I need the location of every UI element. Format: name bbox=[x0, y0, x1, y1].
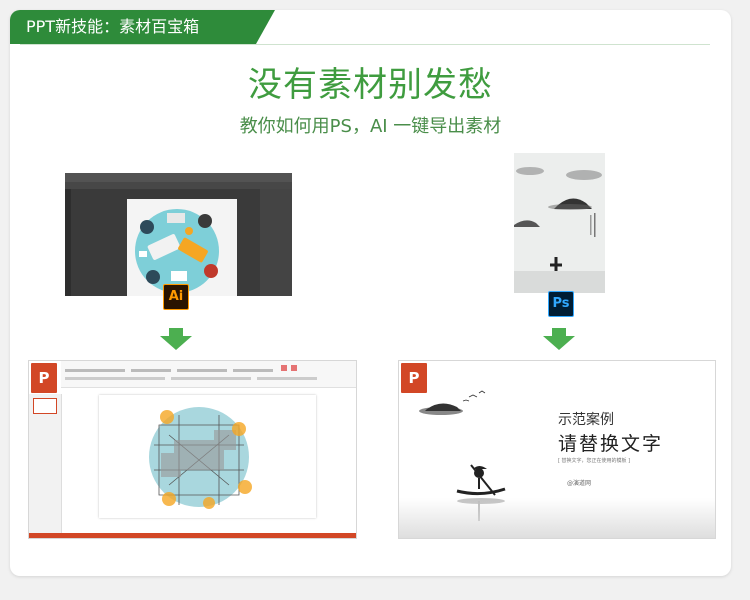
slide-thumbnail[interactable] bbox=[33, 398, 57, 414]
sample-slide-headline: 请替换文字 bbox=[558, 433, 664, 455]
ai-toolbar bbox=[65, 182, 292, 189]
sample-slide-title: 示范案例 bbox=[558, 412, 614, 428]
illustrator-screenshot bbox=[65, 173, 292, 296]
page-title: 没有素材别发愁 bbox=[248, 65, 493, 105]
down-arrow-icon bbox=[543, 328, 575, 350]
ink-landscape bbox=[514, 153, 605, 293]
ai-artboard bbox=[127, 199, 237, 296]
photoshop-artwork bbox=[514, 153, 605, 293]
slide-canvas bbox=[99, 395, 316, 518]
slide-thumbnails bbox=[29, 394, 62, 534]
ppt-ribbon bbox=[61, 361, 356, 388]
vectorized-illustration bbox=[149, 407, 252, 509]
sample-slide-caption: [ 替换文字，您正在使用的模板 ] bbox=[558, 458, 631, 464]
illustrator-app-icon: Ai bbox=[163, 284, 189, 310]
powerpoint-window-illustration: P bbox=[28, 360, 357, 539]
sample-slide-signature: @演道网 bbox=[567, 480, 592, 487]
section-ribbon: PPT新技能：素材百宝箱 bbox=[10, 10, 275, 44]
powerpoint-slide-illustration: P 示范案例 请替换文字 [ 替换文字，您正在使用的模板 ] @演道网 bbox=[398, 360, 716, 539]
ribbon-divider bbox=[20, 44, 710, 45]
content-card: PPT新技能：素材百宝箱 没有素材别发愁 教你如何用PS，AI 一键导出素材 A… bbox=[10, 10, 731, 576]
photoshop-app-icon: Ps bbox=[548, 291, 574, 317]
powerpoint-logo-icon: P bbox=[31, 363, 57, 393]
mist-gradient bbox=[399, 498, 715, 538]
ai-side-panel bbox=[260, 189, 292, 296]
ai-tools-panel bbox=[65, 189, 71, 296]
ribbon-controls bbox=[65, 365, 317, 380]
page-subtitle: 教你如何用PS，AI 一键导出素材 bbox=[239, 116, 502, 137]
down-arrow-icon bbox=[160, 328, 192, 350]
ribbon-label: PPT新技能：素材百宝箱 bbox=[26, 17, 200, 36]
status-bar bbox=[29, 533, 356, 538]
flat-illustration bbox=[135, 209, 219, 293]
ai-menubar bbox=[65, 173, 292, 182]
